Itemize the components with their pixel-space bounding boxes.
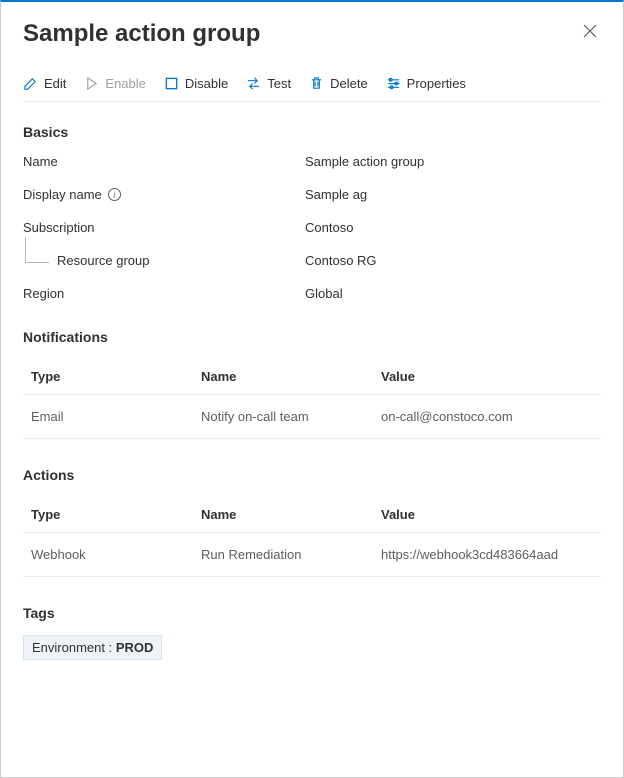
subscription-value: Contoso: [305, 220, 353, 235]
col-value: Value: [373, 497, 601, 533]
table-row[interactable]: Webhook Run Remediation https://webhook3…: [23, 533, 601, 577]
tag-chip[interactable]: Environment : PROD: [23, 635, 162, 660]
play-icon: [84, 76, 99, 91]
delete-button[interactable]: Delete: [309, 76, 368, 91]
cell-type: Email: [23, 395, 193, 439]
name-value: Sample action group: [305, 154, 424, 169]
display-name-label: Display name i: [23, 187, 305, 202]
actions-heading: Actions: [23, 467, 601, 483]
basics-heading: Basics: [23, 124, 601, 140]
cell-value: https://webhook3cd483664aad: [373, 533, 601, 577]
trash-icon: [309, 76, 324, 91]
enable-button: Enable: [84, 76, 145, 91]
display-name-value: Sample ag: [305, 187, 367, 202]
col-value: Value: [373, 359, 601, 395]
actions-table: Type Name Value Webhook Run Remediation …: [23, 497, 601, 577]
toolbar: Edit Enable Disable Test Delete: [23, 76, 601, 102]
col-name: Name: [193, 497, 373, 533]
tags-heading: Tags: [23, 605, 601, 621]
test-button[interactable]: Test: [246, 76, 291, 91]
page-title: Sample action group: [23, 20, 260, 48]
close-icon: [583, 26, 597, 41]
name-label: Name: [23, 154, 305, 169]
col-type: Type: [23, 359, 193, 395]
notifications-table: Type Name Value Email Notify on-call tea…: [23, 359, 601, 439]
edit-label: Edit: [44, 76, 66, 91]
resource-group-label: Resource group: [23, 253, 305, 268]
tag-value: PROD: [116, 640, 154, 655]
cell-value: on-call@constoco.com: [373, 395, 601, 439]
delete-label: Delete: [330, 76, 368, 91]
test-label: Test: [267, 76, 291, 91]
properties-label: Properties: [407, 76, 466, 91]
subscription-label: Subscription: [23, 220, 305, 235]
cell-name: Notify on-call team: [193, 395, 373, 439]
swap-icon: [246, 76, 261, 91]
pencil-icon: [23, 76, 38, 91]
tag-key: Environment: [32, 640, 105, 655]
disable-button[interactable]: Disable: [164, 76, 228, 91]
properties-button[interactable]: Properties: [386, 76, 466, 91]
sliders-icon: [386, 76, 401, 91]
disable-label: Disable: [185, 76, 228, 91]
info-icon[interactable]: i: [108, 188, 121, 201]
col-name: Name: [193, 359, 373, 395]
close-button[interactable]: [579, 20, 601, 45]
table-row[interactable]: Email Notify on-call team on-call@consto…: [23, 395, 601, 439]
tree-connector-icon: [25, 237, 49, 263]
region-value: Global: [305, 286, 343, 301]
col-type: Type: [23, 497, 193, 533]
cell-name: Run Remediation: [193, 533, 373, 577]
edit-button[interactable]: Edit: [23, 76, 66, 91]
resource-group-value: Contoso RG: [305, 253, 377, 268]
stop-icon: [164, 76, 179, 91]
region-label: Region: [23, 286, 305, 301]
cell-type: Webhook: [23, 533, 193, 577]
enable-label: Enable: [105, 76, 145, 91]
notifications-heading: Notifications: [23, 329, 601, 345]
